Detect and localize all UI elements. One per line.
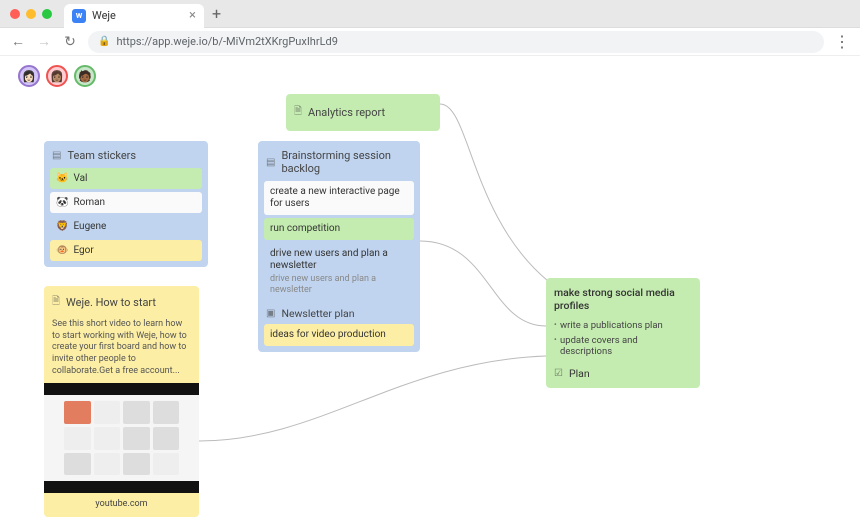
sticker-emoji: 🐵 [56, 245, 68, 256]
forward-icon[interactable]: → [36, 33, 52, 50]
list-icon: ▤ [266, 157, 275, 168]
video-source: youtube.com [50, 493, 193, 511]
presence-avatars: 👩🏻 👩🏽 🧑🏾 [18, 65, 96, 87]
sticker-item[interactable]: 🦁 Eugene [50, 216, 202, 237]
task-text: ideas for video production [270, 329, 386, 340]
tab-close-icon[interactable]: × [189, 8, 196, 23]
card-title: Weje. How to start [66, 296, 156, 309]
avatar[interactable]: 👩🏽 [46, 65, 68, 87]
task-text: create a new interactive page for users [270, 186, 400, 209]
sticker-item[interactable]: 🐵 Egor [50, 240, 202, 261]
list-item: write a publications plan [552, 318, 694, 333]
new-tab-button[interactable]: + [212, 4, 221, 23]
close-window-icon[interactable] [10, 9, 20, 19]
minimize-window-icon[interactable] [26, 9, 36, 19]
browser-menu-icon[interactable]: ⋮ [834, 32, 850, 51]
avatar[interactable]: 👩🏻 [18, 65, 40, 87]
document-icon: 🗎 [52, 294, 60, 311]
card-header: ▤ Team stickers [50, 147, 202, 168]
window-controls [10, 9, 52, 19]
url-text: https://app.weje.io/b/-MiVm2tXKrgPuxIhrL… [116, 35, 337, 48]
lock-icon: 🔒 [98, 36, 110, 47]
task-item[interactable]: run competition [264, 218, 414, 240]
sticker-emoji: 🦁 [56, 221, 68, 232]
tab-favicon: w [72, 9, 86, 23]
avatar[interactable]: 🧑🏾 [74, 65, 96, 87]
list-icon: ▤ [52, 150, 61, 161]
sticker-name: Val [73, 173, 87, 184]
reload-icon[interactable]: ↻ [62, 34, 78, 50]
task-item[interactable]: ideas for video production [264, 324, 414, 346]
browser-titlebar: w Weje × + [0, 0, 860, 28]
browser-tab[interactable]: w Weje × [64, 4, 204, 28]
plan-label: Plan [569, 367, 590, 380]
card-brainstorm[interactable]: ▤ Brainstorming session backlog create a… [258, 141, 420, 352]
card-analytics[interactable]: 🗎 Analytics report [286, 94, 440, 131]
browser-url-bar: ← → ↻ 🔒 https://app.weje.io/b/-MiVm2tXKr… [0, 28, 860, 56]
sticker-name: Eugene [73, 221, 106, 232]
task-text: run competition [270, 223, 340, 234]
card-header: 🗎 Analytics report [292, 100, 434, 125]
document-icon: 🗎 [294, 104, 302, 121]
task-text: drive new users and plan a newsletter [270, 248, 388, 271]
card-title: Analytics report [308, 106, 385, 119]
card-header: 🗎 Weje. How to start [50, 292, 193, 317]
card-howto[interactable]: 🗎 Weje. How to start See this short vide… [44, 286, 199, 517]
sticker-item[interactable]: 🐱 Val [50, 168, 202, 189]
checkbox-icon: ☑ [554, 368, 563, 379]
card-description: See this short video to learn how to sta… [50, 317, 193, 383]
video-thumbnail[interactable] [44, 383, 199, 493]
card-social[interactable]: make strong social media profiles write … [546, 278, 700, 388]
subheader-title: Newsletter plan [281, 307, 354, 320]
card-subheader: ▣ Newsletter plan [264, 301, 414, 324]
task-item[interactable]: create a new interactive page for users [264, 181, 414, 215]
whiteboard-canvas[interactable]: 👩🏻 👩🏽 🧑🏾 🗎 Analytics report ▤ Team stick… [0, 56, 860, 513]
note-icon: ▣ [266, 308, 275, 319]
card-footer: ☑ Plan [552, 359, 694, 382]
task-item[interactable]: drive new users and plan a newsletter dri… [264, 243, 414, 301]
maximize-window-icon[interactable] [42, 9, 52, 19]
sticker-item[interactable]: 🐼 Roman [50, 192, 202, 213]
card-title: make strong social media profiles [552, 284, 694, 318]
sticker-name: Roman [73, 197, 105, 208]
card-team-stickers[interactable]: ▤ Team stickers 🐱 Val 🐼 Roman 🦁 Eugene 🐵 Egor [44, 141, 208, 267]
tab-title: Weje [92, 9, 116, 22]
sticker-emoji: 🐼 [56, 197, 68, 208]
task-subtext: drive new users and plan a newsletter [270, 274, 408, 296]
card-header: ▤ Brainstorming session backlog [264, 147, 414, 181]
sticker-name: Egor [73, 245, 93, 256]
sticker-emoji: 🐱 [56, 173, 68, 184]
back-icon[interactable]: ← [10, 33, 26, 50]
card-title: Brainstorming session backlog [281, 149, 412, 175]
url-input[interactable]: 🔒 https://app.weje.io/b/-MiVm2tXKrgPuxIh… [88, 31, 824, 53]
card-title: Team stickers [67, 149, 136, 162]
list-item: update covers and descriptions [552, 333, 694, 359]
